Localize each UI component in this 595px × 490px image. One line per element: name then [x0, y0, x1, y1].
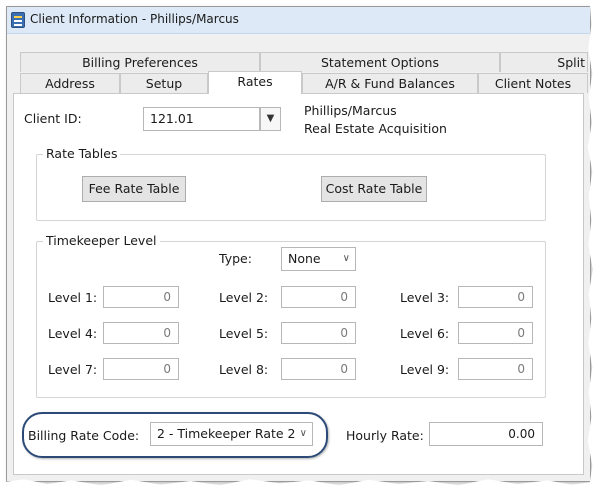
client-info-app-icon [11, 12, 25, 28]
type-label: Type: [219, 251, 252, 266]
tab-setup[interactable]: Setup [120, 73, 208, 93]
level-4-input[interactable]: 0 [103, 322, 179, 344]
level-8-label: Level 8: [219, 362, 269, 377]
chevron-down-icon: ▼ [266, 113, 275, 124]
hourly-rate-label: Hourly Rate: [346, 428, 424, 443]
fee-rate-table-button[interactable]: Fee Rate Table [82, 176, 186, 202]
cost-rate-table-button[interactable]: Cost Rate Table [321, 176, 427, 202]
level-5-label: Level 5: [219, 326, 269, 341]
type-select[interactable]: None ∨ [281, 247, 356, 271]
level-7-input[interactable]: 0 [103, 358, 179, 380]
window-title: Client Information - Phillips/Marcus [30, 12, 239, 26]
level-8-input[interactable]: 0 [281, 358, 356, 380]
rate-tables-title: Rate Tables [43, 146, 121, 161]
level-5-input[interactable]: 0 [281, 322, 356, 344]
client-matter: Real Estate Acquisition [304, 121, 447, 136]
level-1-input[interactable]: 0 [103, 286, 179, 308]
tab-address[interactable]: Address [20, 73, 120, 93]
billing-rate-code-select[interactable]: 2 - Timekeeper Rate 2 ∨ [150, 422, 313, 446]
level-9-input[interactable]: 0 [458, 358, 533, 380]
client-id-dropdown-button[interactable]: ▼ [260, 107, 281, 131]
tab-billing-preferences[interactable]: Billing Preferences [20, 52, 260, 72]
level-6-label: Level 6: [400, 326, 450, 341]
client-id-label: Client ID: [24, 111, 82, 126]
tab-statement-options[interactable]: Statement Options [260, 52, 500, 72]
level-2-label: Level 2: [219, 290, 269, 305]
chevron-down-icon: ∨ [299, 428, 307, 439]
level-4-label: Level 4: [48, 326, 98, 341]
client-id-field[interactable]: 121.01 [143, 107, 260, 131]
tab-rates[interactable]: Rates [208, 71, 302, 94]
hourly-rate-input[interactable]: 0.00 [429, 422, 543, 446]
level-7-label: Level 7: [48, 362, 98, 377]
level-1-label: Level 1: [48, 290, 98, 305]
timekeeper-level-title: Timekeeper Level [43, 233, 160, 248]
level-6-input[interactable]: 0 [458, 322, 533, 344]
tab-client-notes[interactable]: Client Notes [478, 73, 588, 93]
level-3-input[interactable]: 0 [458, 286, 533, 308]
chevron-down-icon: ∨ [342, 253, 350, 264]
type-select-value: None [288, 251, 321, 266]
level-9-label: Level 9: [400, 362, 450, 377]
tab-split[interactable]: Split [500, 52, 588, 72]
level-3-label: Level 3: [400, 290, 450, 305]
tab-ar-fund-balances[interactable]: A/R & Fund Balances [302, 73, 478, 93]
level-2-input[interactable]: 0 [281, 286, 356, 308]
billing-rate-code-value: 2 - Timekeeper Rate 2 [157, 426, 296, 441]
billing-rate-code-label: Billing Rate Code: [28, 428, 140, 443]
client-name: Phillips/Marcus [304, 103, 397, 118]
